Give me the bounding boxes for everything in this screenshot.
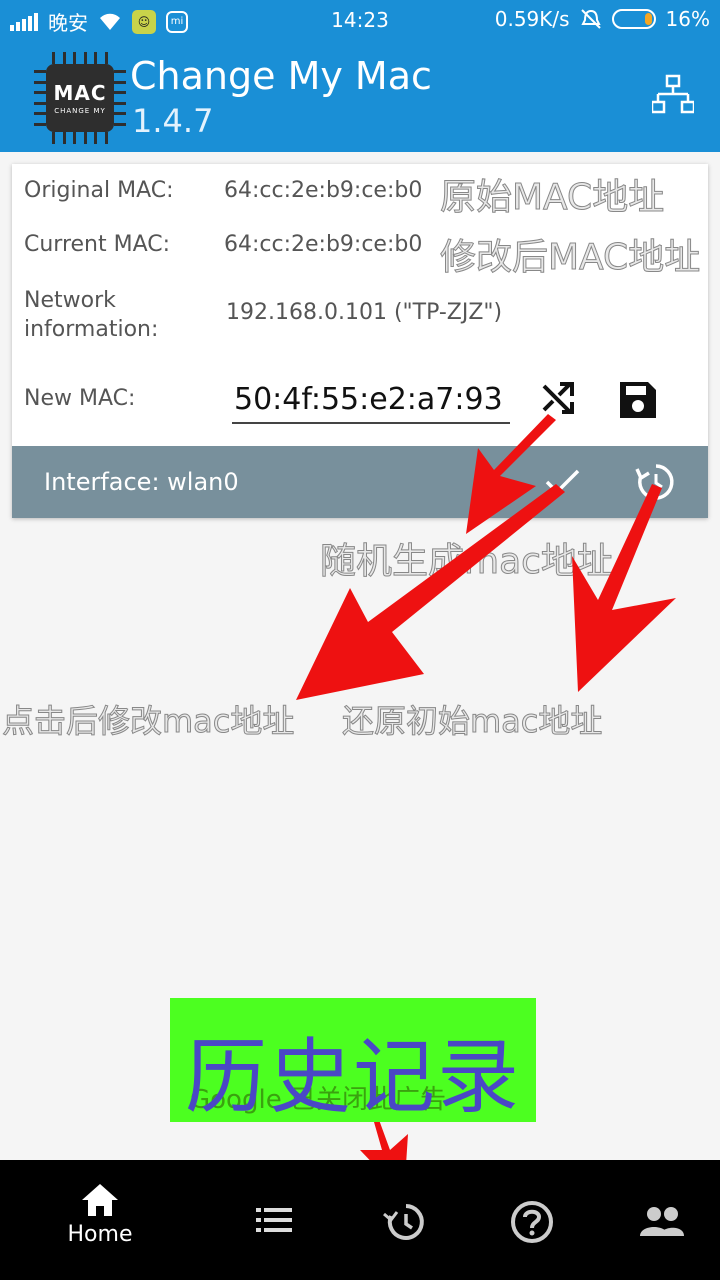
new-mac-input[interactable]: 50:4f:55:e2:a7:93 xyxy=(232,374,510,424)
home-icon xyxy=(82,1184,118,1216)
nav-history[interactable] xyxy=(344,1160,464,1280)
current-mac-label: Current MAC: xyxy=(24,232,171,257)
original-mac-label: Original MAC: xyxy=(24,178,174,203)
apply-check-icon[interactable] xyxy=(542,462,582,502)
network-icon[interactable] xyxy=(652,74,694,116)
network-info-value: 192.168.0.101 ("TP-ZJZ") xyxy=(226,300,503,325)
original-mac-value: 64:cc:2e:b9:ce:b0 xyxy=(224,178,423,203)
status-bar: 晚安 ☺ mi 14:23 0.59K/s 16% xyxy=(0,0,720,40)
nav-home-label: Home xyxy=(67,1222,133,1247)
annotation-restore: 还原初始mac地址 xyxy=(341,702,603,741)
history-annotation-box: Google 已关闭此广告 历史记录 xyxy=(170,998,536,1125)
annotation-random: 随机生成mac地址 xyxy=(320,541,614,583)
app-title: Change My Mac xyxy=(130,54,432,98)
logo-subtext: CHANGE MY xyxy=(54,107,106,115)
annotation-apply: 点击后修改mac地址 xyxy=(1,702,295,741)
current-mac-value: 64:cc:2e:b9:ce:b0 xyxy=(224,232,423,257)
nav-help[interactable] xyxy=(472,1160,592,1280)
logo-chip: MAC CHANGE MY xyxy=(46,64,114,132)
battery-icon xyxy=(611,9,656,29)
app-version: 1.4.7 xyxy=(132,102,214,140)
shuffle-icon[interactable] xyxy=(540,380,576,416)
network-info-label-line1: Network xyxy=(24,288,116,313)
annotation-history: 历史记录 xyxy=(184,1030,521,1125)
people-icon xyxy=(640,1207,684,1236)
save-icon[interactable] xyxy=(618,380,658,420)
nav-list[interactable] xyxy=(214,1160,334,1280)
new-mac-label: New MAC: xyxy=(24,386,136,411)
network-info-label-line2: information: xyxy=(24,317,159,342)
restore-icon[interactable] xyxy=(634,460,678,504)
nav-home[interactable]: Home xyxy=(40,1160,160,1280)
app-bar: MAC CHANGE MY Change My Mac 1.4.7 xyxy=(0,40,720,152)
app-logo: MAC CHANGE MY xyxy=(34,52,126,144)
interface-label: Interface: wlan0 xyxy=(44,468,239,496)
bottom-navigation: Home xyxy=(0,1160,720,1280)
annotation-original: 原始MAC地址 xyxy=(439,177,665,219)
interface-bar: Interface: wlan0 xyxy=(12,446,708,518)
list-icon xyxy=(256,1208,292,1232)
help-icon xyxy=(511,1201,553,1243)
annotation-current: 修改后MAC地址 xyxy=(439,237,701,279)
nav-people[interactable] xyxy=(602,1160,720,1280)
logo-text: MAC xyxy=(53,81,107,105)
network-info-label: Network information: xyxy=(24,286,158,344)
history-icon xyxy=(383,1204,424,1240)
alarm-off-icon xyxy=(580,9,601,29)
network-speed: 0.59K/s xyxy=(494,7,570,31)
battery-percent: 16% xyxy=(665,7,710,31)
status-bar-right: 0.59K/s 16% xyxy=(495,7,710,31)
